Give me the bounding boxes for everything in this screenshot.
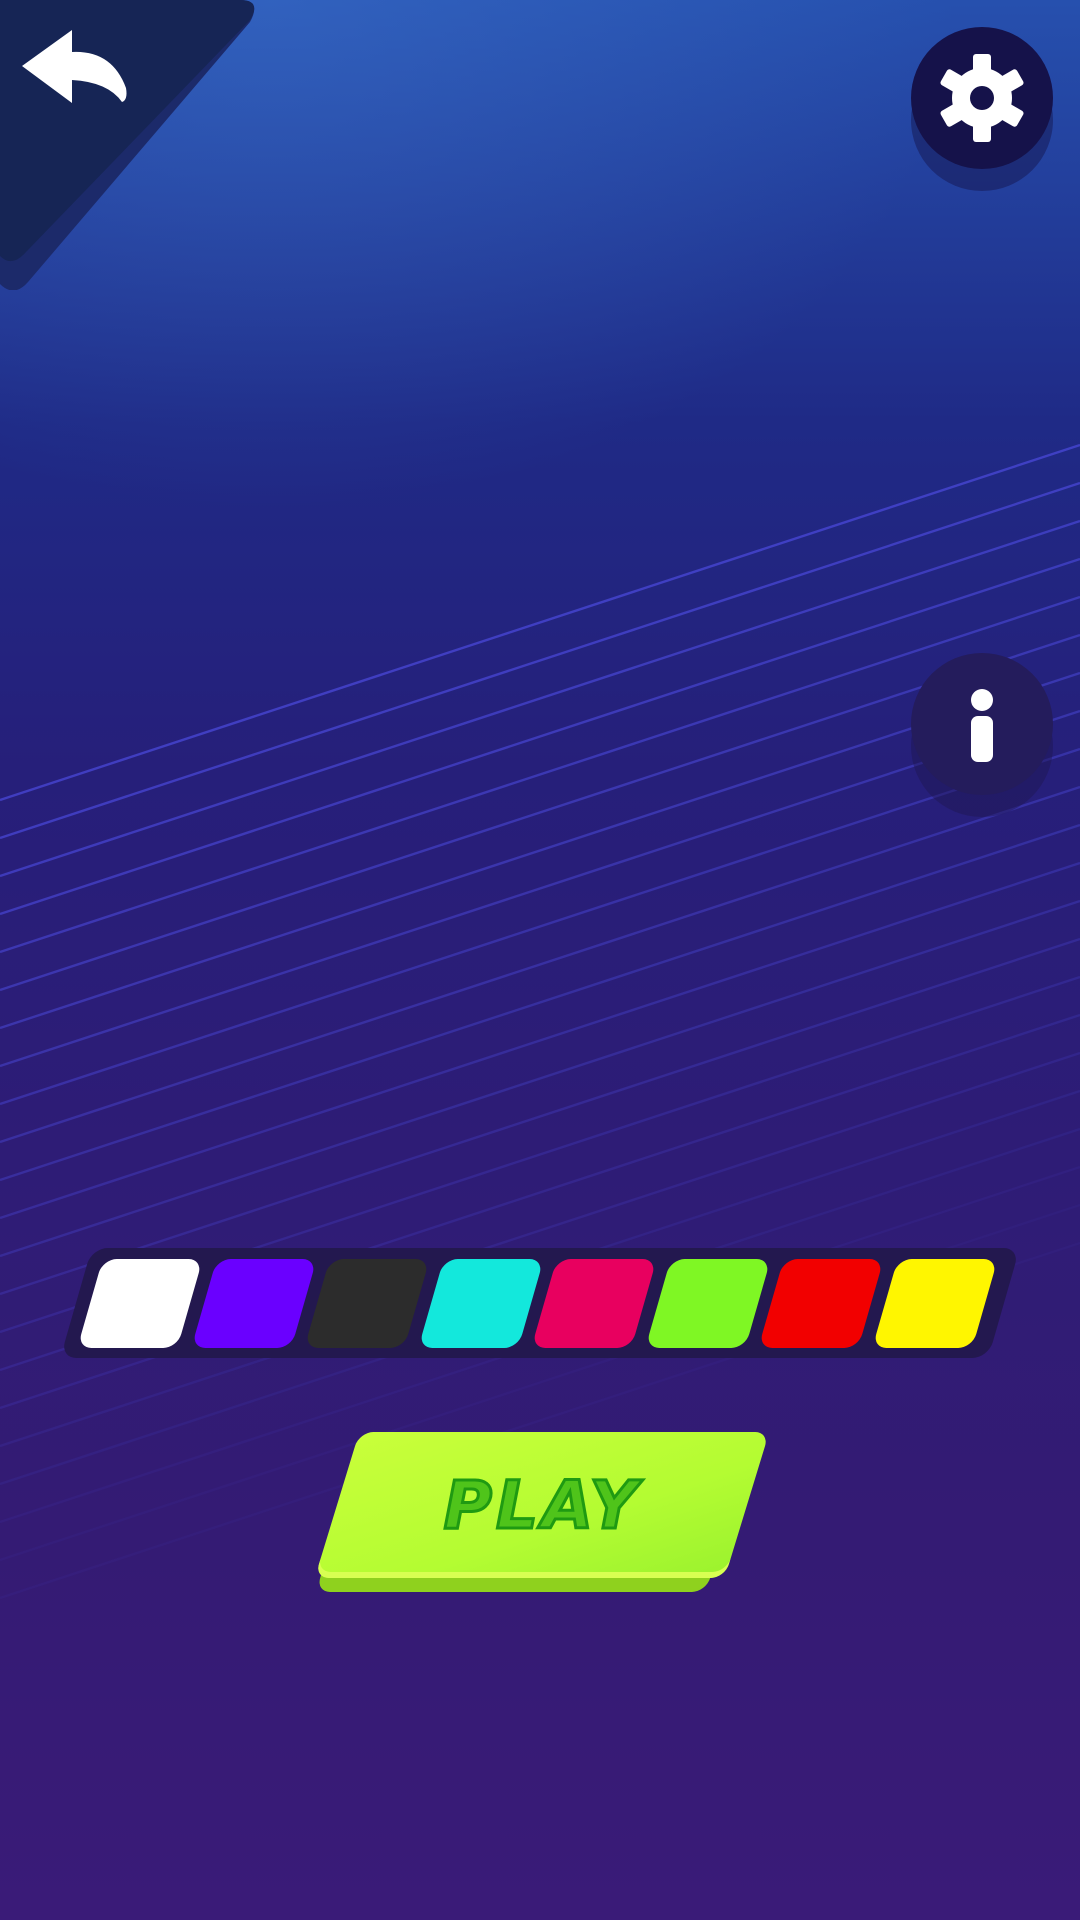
stripe-line [0,899,1080,1258]
stripe-line [0,785,1080,1144]
gear-icon [940,54,1024,142]
back-arrow-icon [22,30,132,110]
settings-button[interactable] [911,27,1053,169]
play-button-label: PLAY [442,1465,642,1545]
back-button[interactable] [0,0,260,291]
info-button[interactable] [911,653,1053,795]
stripe-line [0,747,1080,1106]
play-button[interactable]: PLAY [314,1432,770,1592]
color-palette [60,1248,1020,1360]
info-icon [971,689,993,762]
stripe-line [0,937,1080,1296]
stripe-line [0,861,1080,1220]
stripe-line [0,823,1080,1182]
